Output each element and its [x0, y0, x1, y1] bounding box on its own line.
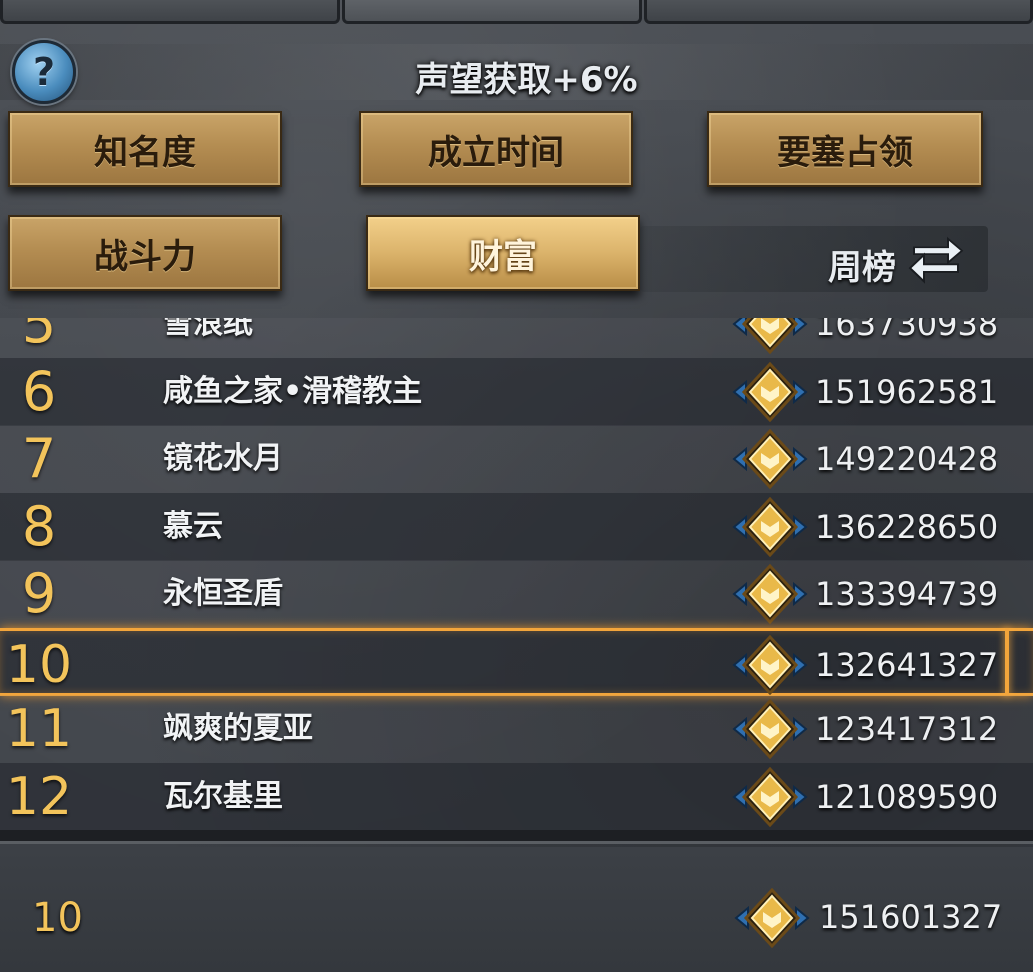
my-rank: 10 — [32, 895, 83, 941]
wealth-value: 151962581 — [815, 372, 999, 411]
player-name: 永恒圣盾 — [163, 576, 283, 611]
wealth-value: 121089590 — [815, 777, 999, 816]
table-row[interactable]: 5 雪浪纸 163730938 — [0, 318, 1033, 358]
period-label[interactable]: 周榜 — [828, 240, 896, 289]
player-name: 咸鱼之家•滑稽教主 — [163, 373, 423, 409]
wealth-value: 136228650 — [815, 507, 999, 546]
rank-number: 6 — [21, 359, 57, 423]
rank-number: 10 — [5, 634, 73, 695]
filter-founded-button[interactable]: 成立时间 — [359, 111, 633, 187]
wealth-badge-icon — [732, 361, 808, 422]
player-name: 慕云 — [163, 508, 223, 544]
highlight-edge — [1005, 627, 1009, 696]
wealth-badge-icon — [732, 634, 808, 695]
wealth-value: 149220428 — [815, 440, 999, 478]
table-row[interactable]: 6 咸鱼之家•滑稽教主 151962581 — [0, 357, 1033, 426]
wealth-badge-icon — [732, 766, 808, 827]
top-tab-ranking[interactable] — [342, 0, 642, 24]
wealth-badge-icon — [732, 318, 808, 354]
rank-number: 12 — [5, 766, 73, 827]
player-name: 飒爽的夏亚 — [163, 711, 313, 746]
filter-fame-button[interactable]: 知名度 — [8, 111, 282, 187]
top-tab-right[interactable] — [644, 0, 1033, 24]
filter-fortress-button[interactable]: 要塞占领 — [707, 111, 983, 187]
player-name: 镜花水月 — [163, 441, 283, 476]
my-wealth-value: 151601327 — [819, 898, 1003, 936]
wealth-value: 123417312 — [815, 710, 999, 748]
wealth-badge-icon — [734, 888, 810, 948]
swap-arrows-icon[interactable] — [908, 236, 964, 288]
table-row[interactable]: 11 飒爽的夏亚 123417312 — [0, 695, 1033, 763]
rank-number: 9 — [21, 562, 57, 625]
rank-number: 11 — [5, 699, 73, 759]
table-row[interactable]: 7 镜花水月 149220428 — [0, 425, 1033, 493]
table-row[interactable]: 12 瓦尔基里 121089590 — [0, 762, 1033, 830]
wealth-badge-icon — [732, 429, 808, 489]
rank-number: 8 — [21, 494, 57, 558]
rank-number: 7 — [21, 427, 57, 490]
filter-power-button[interactable]: 战斗力 — [8, 215, 282, 291]
ranking-list[interactable]: 5 雪浪纸 163730938 6 咸鱼之家•滑稽教主 151962581 7 镜花水月 … — [0, 318, 1033, 830]
wealth-value: 163730938 — [815, 318, 999, 343]
wealth-badge-icon — [732, 496, 808, 557]
list-divider — [0, 830, 1033, 844]
table-row[interactable]: 9 永恒圣盾 133394739 — [0, 560, 1033, 628]
wealth-badge-icon — [732, 564, 808, 624]
player-name: 雪浪纸 — [163, 318, 253, 341]
top-tab-strip — [0, 0, 1033, 30]
wealth-value: 133394739 — [815, 575, 999, 613]
prestige-bonus-text: 声望获取+6% — [415, 60, 638, 100]
wealth-value: 132641327 — [815, 645, 999, 684]
wealth-badge-icon — [732, 699, 808, 759]
table-row-mine[interactable]: 10 132641327 — [0, 627, 1033, 696]
player-name: 瓦尔基里 — [163, 778, 283, 814]
rank-number: 5 — [21, 318, 57, 355]
table-row[interactable]: 8 慕云 136228650 — [0, 492, 1033, 561]
top-tab-left[interactable] — [0, 0, 340, 24]
filter-wealth-button[interactable]: 财富 — [366, 215, 640, 291]
